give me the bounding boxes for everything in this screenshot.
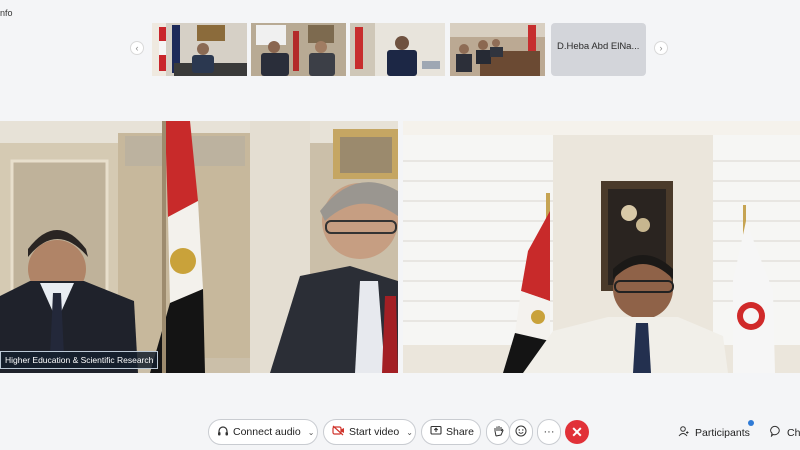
more-options-button[interactable]: ··· bbox=[537, 419, 561, 445]
connect-audio-button[interactable]: Connect audio ⌄ bbox=[208, 419, 318, 445]
hand-icon bbox=[493, 425, 504, 440]
video-off-icon bbox=[332, 425, 345, 439]
participant-name-label: Higher Education & Scientific Research bbox=[0, 351, 159, 369]
participant-name-tile[interactable]: D.Heba Abd ElNa... bbox=[551, 23, 646, 76]
share-screen-icon bbox=[430, 425, 442, 439]
chat-button[interactable]: Ch bbox=[770, 425, 800, 440]
reactions-button[interactable] bbox=[509, 419, 533, 445]
chat-label: Ch bbox=[787, 426, 800, 439]
connect-audio-label: Connect audio bbox=[233, 426, 301, 438]
participant-thumbnail[interactable] bbox=[251, 23, 346, 76]
video-tile-left[interactable]: Higher Education & Scientific Research bbox=[0, 121, 398, 373]
thumbnail-strip: ‹ D.Heba Abd ElNa... › bbox=[128, 22, 672, 76]
video-tile-right[interactable] bbox=[403, 121, 800, 373]
start-video-label: Start video bbox=[349, 426, 400, 438]
video-feed-right bbox=[403, 121, 800, 373]
start-video-button[interactable]: Start video ⌄ bbox=[323, 419, 416, 445]
participant-thumbnail[interactable] bbox=[450, 23, 545, 76]
share-button[interactable]: Share bbox=[421, 419, 481, 445]
strip-next-button[interactable]: › bbox=[654, 41, 668, 55]
participant-thumbnail[interactable] bbox=[350, 23, 445, 76]
strip-prev-button[interactable]: ‹ bbox=[130, 41, 144, 55]
participants-label: Participants bbox=[695, 426, 750, 439]
top-info-text: nfo bbox=[0, 8, 13, 18]
share-label: Share bbox=[446, 426, 475, 438]
chevron-down-icon[interactable]: ⌄ bbox=[308, 428, 315, 437]
emoji-icon bbox=[515, 425, 527, 440]
video-feed-left bbox=[0, 121, 398, 373]
participant-thumbnail[interactable] bbox=[152, 23, 247, 76]
participants-button[interactable]: Participants bbox=[678, 425, 750, 440]
meeting-controls: Connect audio ⌄ Start video ⌄ Share ··· … bbox=[0, 419, 800, 445]
chat-icon bbox=[770, 425, 782, 440]
notification-badge bbox=[748, 420, 754, 426]
headset-icon bbox=[217, 425, 229, 440]
chevron-down-icon[interactable]: ⌄ bbox=[406, 428, 413, 437]
raise-hand-button[interactable] bbox=[486, 419, 510, 445]
participants-icon bbox=[678, 425, 690, 440]
end-call-button[interactable]: ✕ bbox=[565, 420, 589, 444]
